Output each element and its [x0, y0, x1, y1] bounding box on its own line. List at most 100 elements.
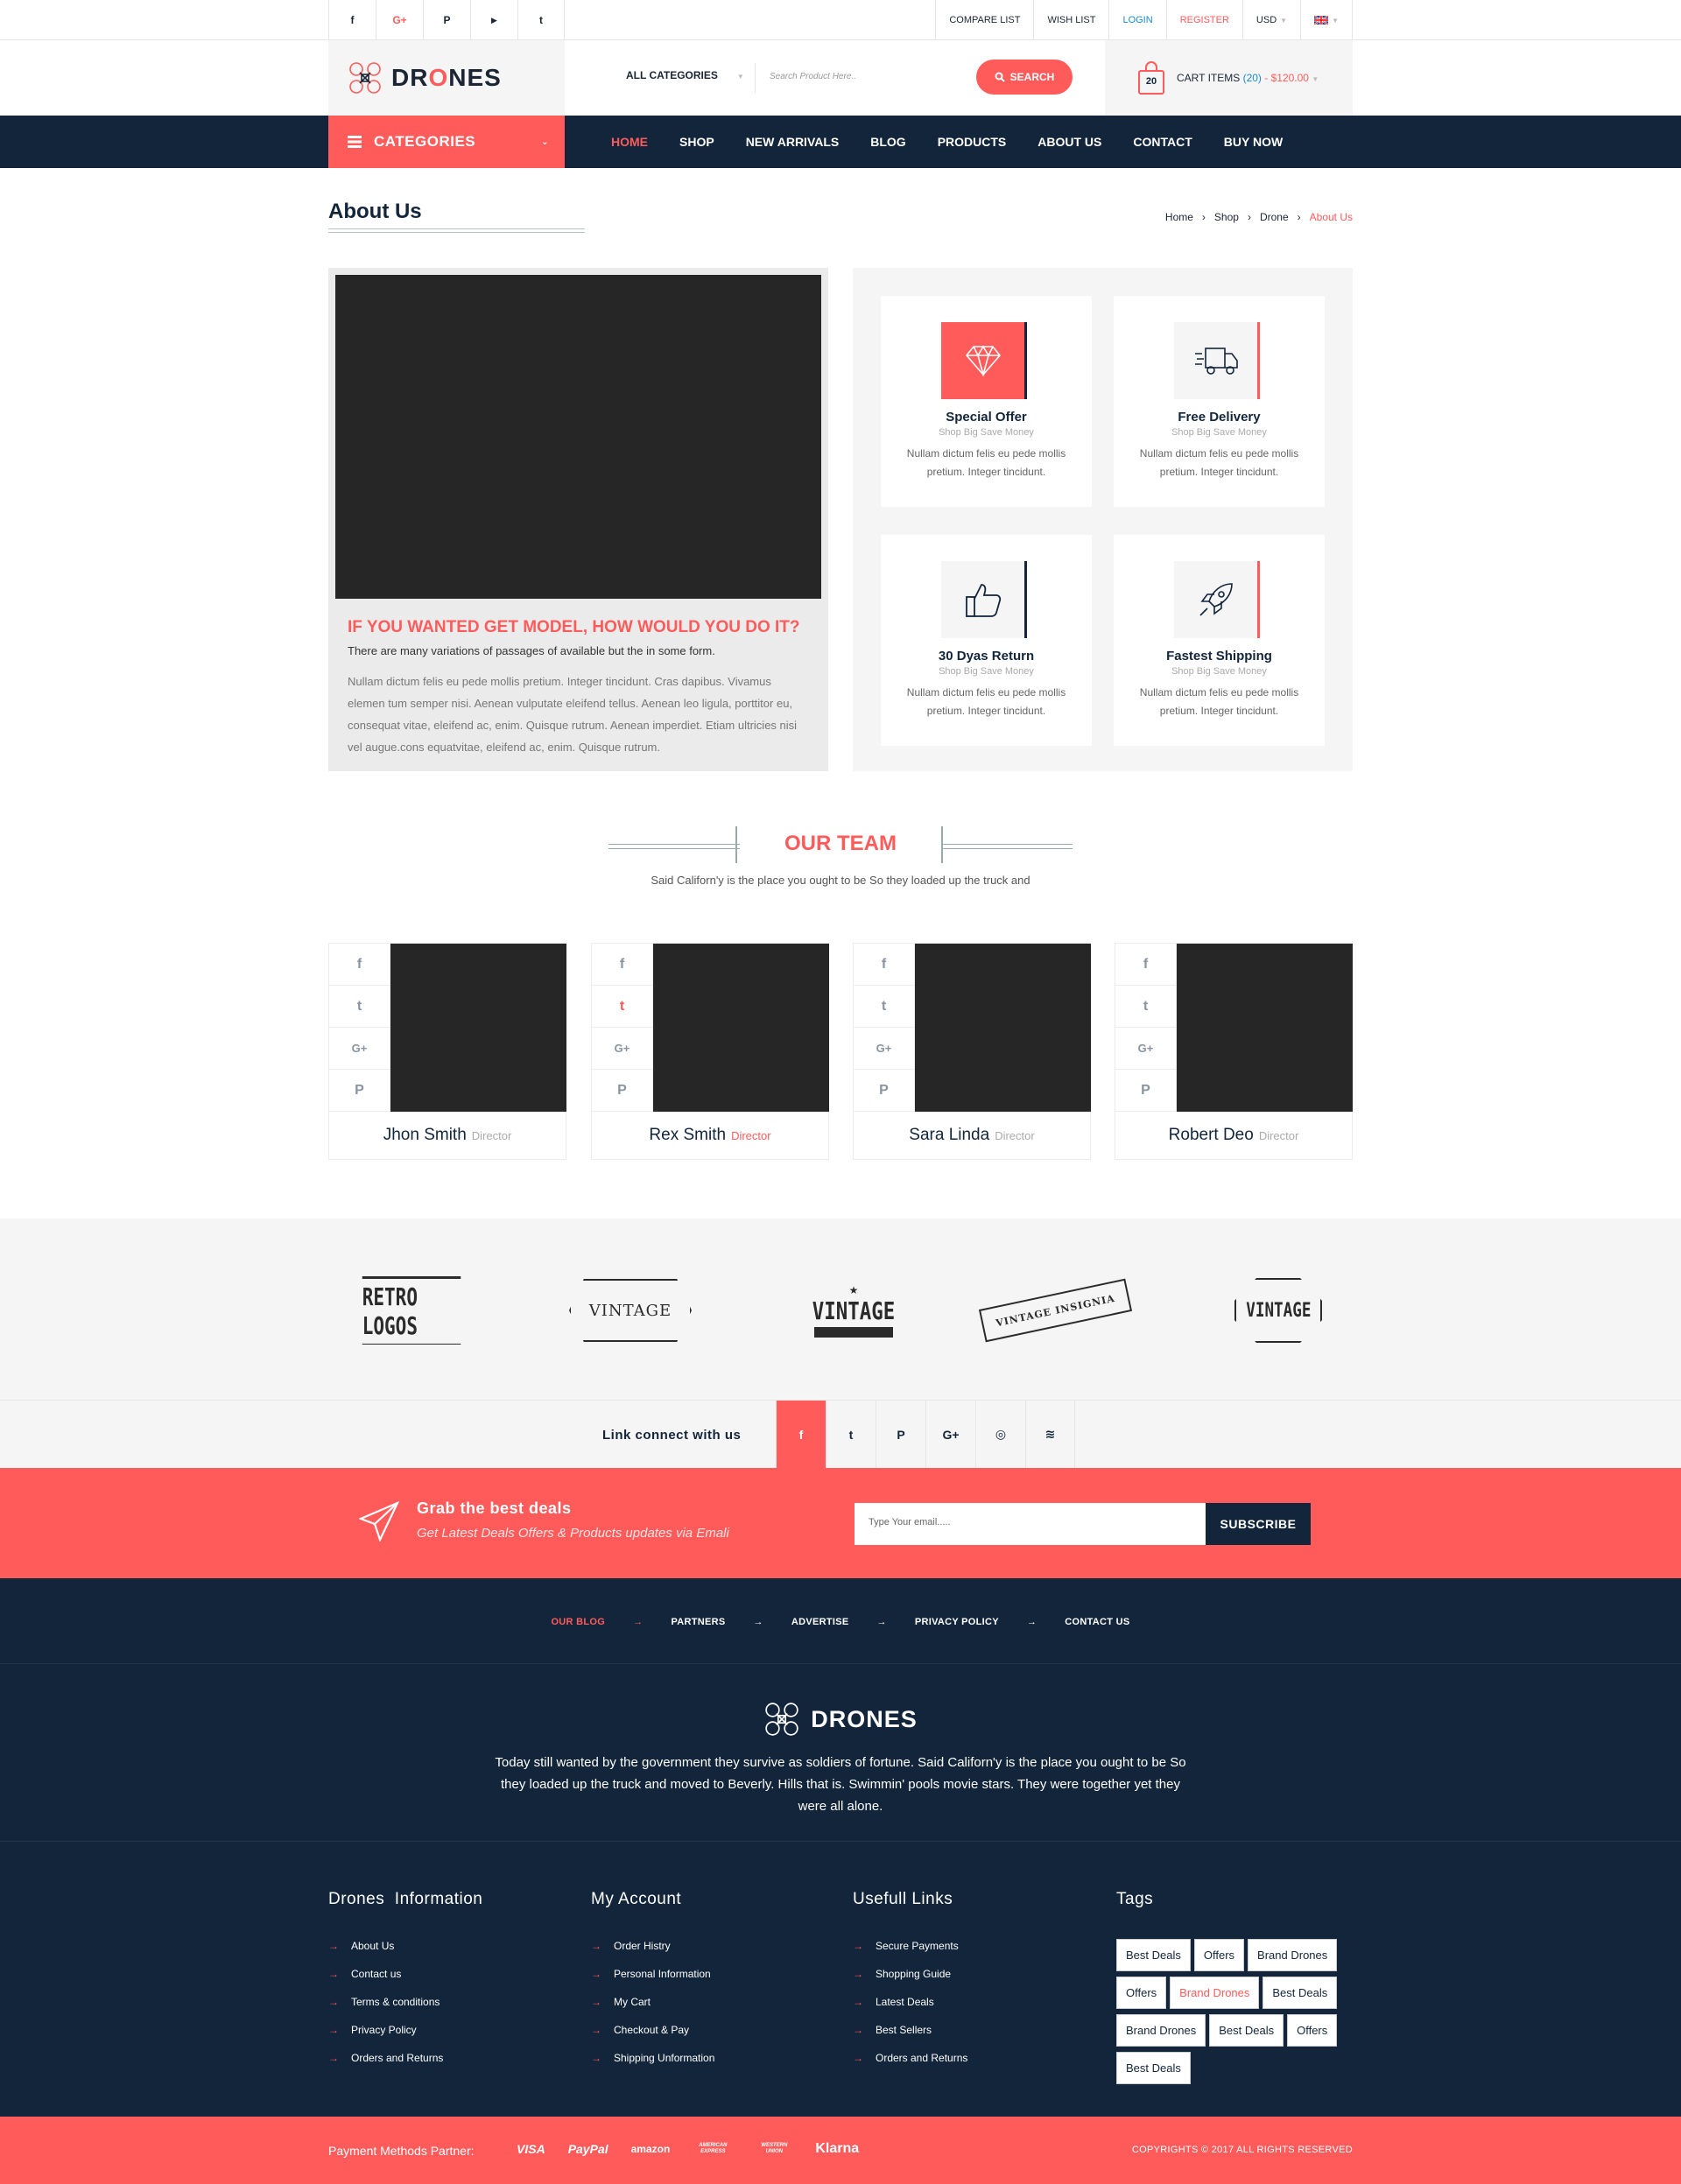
tag[interactable]: Offers [1116, 1977, 1167, 2009]
footer-link[interactable]: → About Us [328, 1932, 482, 1960]
search-input[interactable]: Search Product Here.. [755, 63, 965, 93]
subscribe-button[interactable]: SUBSCRIBE [1206, 1503, 1311, 1545]
nav-item-home[interactable]: HOME [595, 116, 664, 168]
tag[interactable]: Best Deals [1116, 2052, 1191, 2084]
footer-link[interactable]: → Privacy Policy [328, 2016, 482, 2044]
category-select[interactable]: ALL CATEGORIES ▼ [626, 69, 744, 81]
footer-link[interactable]: → Contact us [328, 1960, 482, 1988]
language-select[interactable]: ▼ [1300, 0, 1353, 40]
tag[interactable]: Best Deals [1263, 1977, 1338, 2009]
google-plus-icon[interactable]: G+ [854, 1028, 915, 1070]
footer-link-our-blog[interactable]: OUR BLOG [551, 1617, 605, 1627]
footer-link[interactable]: → Shopping Guide [853, 1960, 967, 1988]
breadcrumb-shop[interactable]: Shop [1214, 211, 1239, 223]
feature-card-return[interactable]: 30 Dyas Return Shop Big Save Money Nulla… [881, 535, 1092, 746]
tag[interactable]: Offers [1287, 2014, 1338, 2047]
brand-logo-retro-logos[interactable]: RETRO LOGOS [346, 1271, 477, 1350]
breadcrumb-home[interactable]: Home [1165, 211, 1193, 223]
footer-link[interactable]: → Latest Deals [853, 1988, 967, 2016]
nav-item-shop[interactable]: SHOP [664, 116, 730, 168]
logo[interactable]: DRONES [328, 40, 565, 116]
footer-link-privacy-policy[interactable]: PRIVACY POLICY [915, 1617, 999, 1627]
twitter-icon[interactable]: t [517, 0, 565, 40]
footer-link-label: About Us [351, 1940, 395, 1952]
categories-menu-button[interactable]: CATEGORIES ⌄ [328, 116, 565, 168]
footer-logo[interactable]: DRONES [0, 1701, 1681, 1738]
tag[interactable]: Best Deals [1116, 1939, 1191, 1971]
footer-link[interactable]: → Best Sellers [853, 2016, 967, 2044]
facebook-icon[interactable]: f [328, 0, 376, 40]
google-plus-icon[interactable]: G+ [329, 1028, 390, 1070]
brand-logo-vintage-insignia[interactable]: ★ VINTAGE [801, 1271, 906, 1350]
facebook-icon[interactable]: f [592, 944, 653, 986]
feature-card-free-delivery[interactable]: Free Delivery Shop Big Save Money Nullam… [1114, 296, 1325, 507]
email-field[interactable]: Type Your email..... [855, 1503, 1206, 1545]
footer-link[interactable]: → Secure Payments [853, 1932, 967, 1960]
brand-logo-ribbon[interactable]: VINTAGE INSIGNIA [976, 1271, 1134, 1350]
facebook-icon[interactable]: f [854, 944, 915, 986]
twitter-icon[interactable]: t [329, 986, 390, 1028]
rss-icon[interactable]: ≋ [1025, 1401, 1075, 1468]
twitter-icon[interactable]: t [826, 1401, 876, 1468]
google-plus-icon[interactable]: G+ [376, 0, 423, 40]
facebook-icon[interactable]: f [776, 1401, 826, 1468]
footer-link[interactable]: → Checkout & Pay [591, 2016, 714, 2044]
feature-subtitle: Shop Big Save Money [939, 427, 1034, 438]
tag[interactable]: Brand Drones [1248, 1939, 1338, 1971]
tag[interactable]: Best Deals [1209, 2014, 1284, 2047]
footer-link-label: Shopping Guide [876, 1968, 952, 1980]
breadcrumb-drone[interactable]: Drone [1260, 211, 1289, 223]
currency-select[interactable]: USD ▼ [1241, 0, 1300, 40]
google-plus-icon[interactable]: G+ [925, 1401, 975, 1468]
team-subtitle: Said Californ'y is the place you ought t… [651, 874, 1030, 887]
footer-link[interactable]: → Orders and Returns [328, 2044, 482, 2072]
arrow-right-icon: → [853, 2052, 863, 2064]
instagram-icon[interactable]: ◎ [975, 1401, 1025, 1468]
footer-link-advertise[interactable]: ADVERTISE [791, 1617, 849, 1627]
tag[interactable]: Brand Drones [1170, 1977, 1260, 2009]
wish-list-link[interactable]: WISH LIST [1033, 0, 1108, 40]
tag[interactable]: Offers [1193, 1939, 1245, 1971]
nav-item-blog[interactable]: BLOG [855, 116, 921, 168]
pinterest-icon[interactable]: P [854, 1070, 915, 1112]
nav-item-buy-now[interactable]: BUY NOW [1208, 116, 1298, 168]
google-plus-icon[interactable]: G+ [592, 1028, 653, 1070]
compare-list-link[interactable]: COMPARE LIST [935, 0, 1033, 40]
cart[interactable]: 20 CART ITEMS (20) - $120.00 ▼ [1105, 40, 1353, 116]
footer-link[interactable]: → Order Histry [591, 1932, 714, 1960]
search-button[interactable]: SEARCH [976, 60, 1073, 95]
arrow-right-icon: → [328, 1940, 339, 1952]
footer-link[interactable]: → Shipping Unformation [591, 2044, 714, 2072]
feature-card-fastest-shipping[interactable]: Fastest Shipping Shop Big Save Money Nul… [1114, 535, 1325, 746]
facebook-icon[interactable]: f [1115, 944, 1177, 986]
pinterest-icon[interactable]: P [876, 1401, 925, 1468]
footer-link[interactable]: → My Cart [591, 1988, 714, 2016]
footer-link-contact-us[interactable]: CONTACT US [1065, 1617, 1129, 1627]
facebook-icon[interactable]: f [329, 944, 390, 986]
twitter-icon[interactable]: t [592, 986, 653, 1028]
feature-card-special-offer[interactable]: Special Offer Shop Big Save Money Nullam… [881, 296, 1092, 507]
tag[interactable]: Brand Drones [1116, 2014, 1206, 2047]
nav-item-new-arrivals[interactable]: NEW ARRIVALS [730, 116, 855, 168]
footer-link[interactable]: → Orders and Returns [853, 2044, 967, 2072]
register-link[interactable]: REGISTER [1165, 0, 1242, 40]
footer-link[interactable]: → Personal Information [591, 1960, 714, 1988]
pinterest-icon[interactable]: P [329, 1070, 390, 1112]
nav-item-about-us[interactable]: ABOUT US [1022, 116, 1117, 168]
brand-logo-vintage-badge[interactable]: VINTAGE [565, 1271, 696, 1350]
google-plus-icon[interactable]: G+ [1115, 1028, 1177, 1070]
footer-link-partners[interactable]: PARTNERS [671, 1617, 725, 1627]
twitter-icon[interactable]: t [1115, 986, 1177, 1028]
brand-logo-vintage-octagon[interactable]: VINTAGE [1230, 1271, 1326, 1350]
youtube-icon[interactable]: ▶ [470, 0, 517, 40]
nav-item-products[interactable]: PRODUCTS [922, 116, 1023, 168]
footer-link[interactable]: → Terms & conditions [328, 1988, 482, 2016]
pinterest-icon[interactable]: P [592, 1070, 653, 1112]
login-link[interactable]: LOGIN [1108, 0, 1165, 40]
pinterest-icon[interactable]: P [423, 0, 470, 40]
nav-item-contact[interactable]: CONTACT [1117, 116, 1207, 168]
about-subheading: There are many variations of passages of… [348, 644, 715, 657]
footer-link-label: Secure Payments [876, 1940, 959, 1952]
twitter-icon[interactable]: t [854, 986, 915, 1028]
pinterest-icon[interactable]: P [1115, 1070, 1177, 1112]
